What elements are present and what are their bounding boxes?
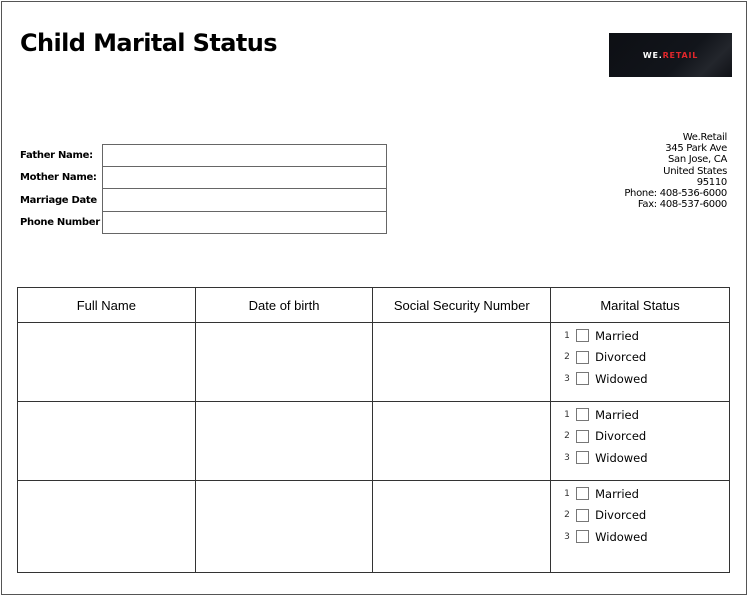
option-married: 1 Married <box>551 483 729 505</box>
page-title: Child Marital Status <box>20 29 277 57</box>
logo-text-retail: RETAIL <box>662 50 699 60</box>
option-widowed: 3 Widowed <box>551 368 729 390</box>
marital-status-cell: 1 Married 2 Divorced 3 Widowed <box>550 480 730 573</box>
divorced-checkbox[interactable] <box>576 350 590 364</box>
option-number: 3 <box>564 452 570 463</box>
widowed-checkbox[interactable] <box>576 372 590 386</box>
phone-number-row: Phone Number <box>20 211 387 234</box>
marital-status-cell: 1 Married 2 Divorced 3 Widowed <box>550 322 730 402</box>
we-retail-logo: WE. RETAIL <box>609 33 732 77</box>
option-number: 1 <box>564 409 570 420</box>
table-row: 1 Married 2 Divorced 3 Widowed <box>17 322 730 402</box>
option-divorced: 2 Divorced <box>551 347 729 369</box>
option-number: 2 <box>564 352 570 363</box>
widowed-checkbox[interactable] <box>576 451 590 465</box>
option-number: 2 <box>564 510 570 521</box>
divorced-checkbox[interactable] <box>576 429 590 443</box>
option-number: 1 <box>564 330 570 341</box>
logo-text-we: WE. <box>642 50 663 60</box>
ssn-cell[interactable] <box>372 322 552 402</box>
option-widowed: 3 Widowed <box>551 447 729 469</box>
header-marital-status: Marital Status <box>550 287 730 323</box>
option-label: Widowed <box>595 371 648 386</box>
marriage-date-label: Marriage Date <box>20 194 97 206</box>
ssn-cell[interactable] <box>372 401 552 481</box>
option-label: Widowed <box>595 529 648 544</box>
header-date-of-birth: Date of birth <box>194 287 374 323</box>
father-name-field[interactable] <box>102 144 387 167</box>
option-label: Married <box>595 328 639 343</box>
marital-status-cell: 1 Married 2 Divorced 3 Widowed <box>550 401 730 481</box>
date-of-birth-cell[interactable] <box>194 480 374 573</box>
option-number: 3 <box>564 373 570 384</box>
full-name-cell[interactable] <box>17 322 196 402</box>
option-married: 1 Married <box>551 404 729 426</box>
option-label: Divorced <box>595 350 647 365</box>
marriage-date-row: Marriage Date <box>20 189 387 212</box>
header-full-name: Full Name <box>17 287 196 323</box>
option-number: 2 <box>564 431 570 442</box>
mother-name-row: Mother Name: <box>20 166 387 189</box>
married-checkbox[interactable] <box>576 408 590 422</box>
table-header-row: Full Name Date of birth Social Security … <box>17 287 730 323</box>
option-divorced: 2 Divorced <box>551 505 729 527</box>
option-label: Divorced <box>595 429 647 444</box>
divorced-checkbox[interactable] <box>576 508 590 522</box>
phone-number-field[interactable] <box>102 211 387 234</box>
date-of-birth-cell[interactable] <box>194 322 374 402</box>
ssn-cell[interactable] <box>372 480 552 573</box>
company-address: We.Retail 345 Park Ave San Jose, CA Unit… <box>624 132 727 210</box>
father-name-row: Father Name: <box>20 144 387 167</box>
option-number: 3 <box>564 531 570 542</box>
address-phone: Phone: 408-536-6000 <box>624 188 727 200</box>
option-divorced: 2 Divorced <box>551 426 729 448</box>
full-name-cell[interactable] <box>17 480 196 573</box>
option-label: Married <box>595 486 639 501</box>
address-fax: Fax: 408-537-6000 <box>637 199 727 211</box>
married-checkbox[interactable] <box>576 329 590 343</box>
date-of-birth-cell[interactable] <box>194 401 374 481</box>
option-label: Married <box>595 407 639 422</box>
option-married: 1 Married <box>551 325 729 347</box>
marriage-date-field[interactable] <box>102 189 387 212</box>
address-street: 345 Park Ave <box>665 143 727 155</box>
header-ssn: Social Security Number <box>372 287 552 323</box>
mother-name-field[interactable] <box>102 166 387 189</box>
address-company: We.Retail <box>682 132 728 143</box>
children-table: Full Name Date of birth Social Security … <box>17 287 730 573</box>
widowed-checkbox[interactable] <box>576 530 590 544</box>
father-name-label: Father Name: <box>20 149 93 161</box>
mother-name-label: Mother Name: <box>20 172 97 184</box>
parent-info-fields: Father Name: Mother Name: Marriage Date … <box>20 144 387 234</box>
married-checkbox[interactable] <box>576 487 590 501</box>
address-country: United States <box>663 165 727 177</box>
full-name-cell[interactable] <box>17 401 196 481</box>
option-number: 1 <box>564 488 570 499</box>
option-widowed: 3 Widowed <box>551 526 729 548</box>
address-zip: 95110 <box>696 176 728 188</box>
option-label: Divorced <box>595 508 647 523</box>
phone-number-label: Phone Number <box>20 217 100 229</box>
address-city: San Jose, CA <box>667 154 727 166</box>
table-row: 1 Married 2 Divorced 3 Widowed <box>17 401 730 481</box>
option-label: Widowed <box>595 450 648 465</box>
table-row: 1 Married 2 Divorced 3 Widowed <box>17 480 730 573</box>
